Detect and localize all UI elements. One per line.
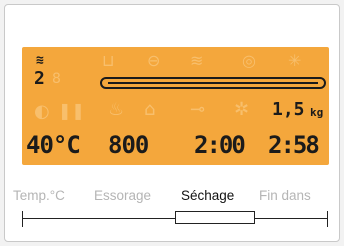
button-row: [5, 209, 341, 227]
delicate-icon: ⌂: [144, 99, 156, 120]
drying-button[interactable]: [175, 211, 255, 224]
tap-icon: ♨: [108, 99, 125, 120]
button-divider: [327, 211, 328, 227]
tub-icon: ⊔: [102, 51, 115, 70]
progress-bar: [100, 77, 326, 89]
finish-in-readout: 2:58: [268, 131, 320, 159]
level-ghost-digit: 8: [52, 71, 61, 87]
weight-value: 1,5: [272, 99, 305, 120]
finish-label: Fin dans: [259, 188, 311, 203]
drum-icon: ⊖: [147, 51, 161, 70]
temp-label: Temp.°C: [13, 188, 65, 203]
stain-icon: ◐: [34, 101, 50, 122]
snowflake-icon: ✲: [234, 99, 250, 120]
wash-icon: ≋: [190, 51, 204, 70]
spiral-icon: ◎: [242, 51, 256, 70]
sun-icon: ✳: [288, 51, 302, 70]
finish-button[interactable]: [255, 218, 327, 219]
button-divider: [22, 211, 23, 227]
progress-track: [108, 82, 318, 84]
pause-icon: ❚❚: [58, 101, 85, 120]
weight-unit: kg: [310, 106, 324, 119]
lcd-display: ≋ ⊔ ⊖ ≋ ◎ ✳ 2 8 ◐ ❚❚ ♨ ⌂ ⊸ ✲ 1,5 kg 40°C…: [22, 47, 329, 165]
level-indicator: 2: [34, 68, 45, 89]
control-panel: ≋ ⊔ ⊖ ≋ ◎ ✳ 2 8 ◐ ❚❚ ♨ ⌂ ⊸ ✲ 1,5 kg 40°C…: [4, 4, 340, 242]
basket-icon: ≋: [36, 53, 44, 68]
drying-time-readout: 2:00: [194, 131, 246, 159]
drying-label: Séchage: [181, 188, 235, 203]
spin-speed-readout: 800: [108, 131, 149, 159]
key-icon: ⊸: [190, 99, 206, 120]
temp-spin-button[interactable]: [22, 218, 175, 219]
spin-label: Essorage: [94, 188, 152, 203]
temperature-readout: 40°C: [26, 131, 81, 159]
button-labels: Temp.°C Essorage Séchage Fin dans: [5, 188, 341, 208]
